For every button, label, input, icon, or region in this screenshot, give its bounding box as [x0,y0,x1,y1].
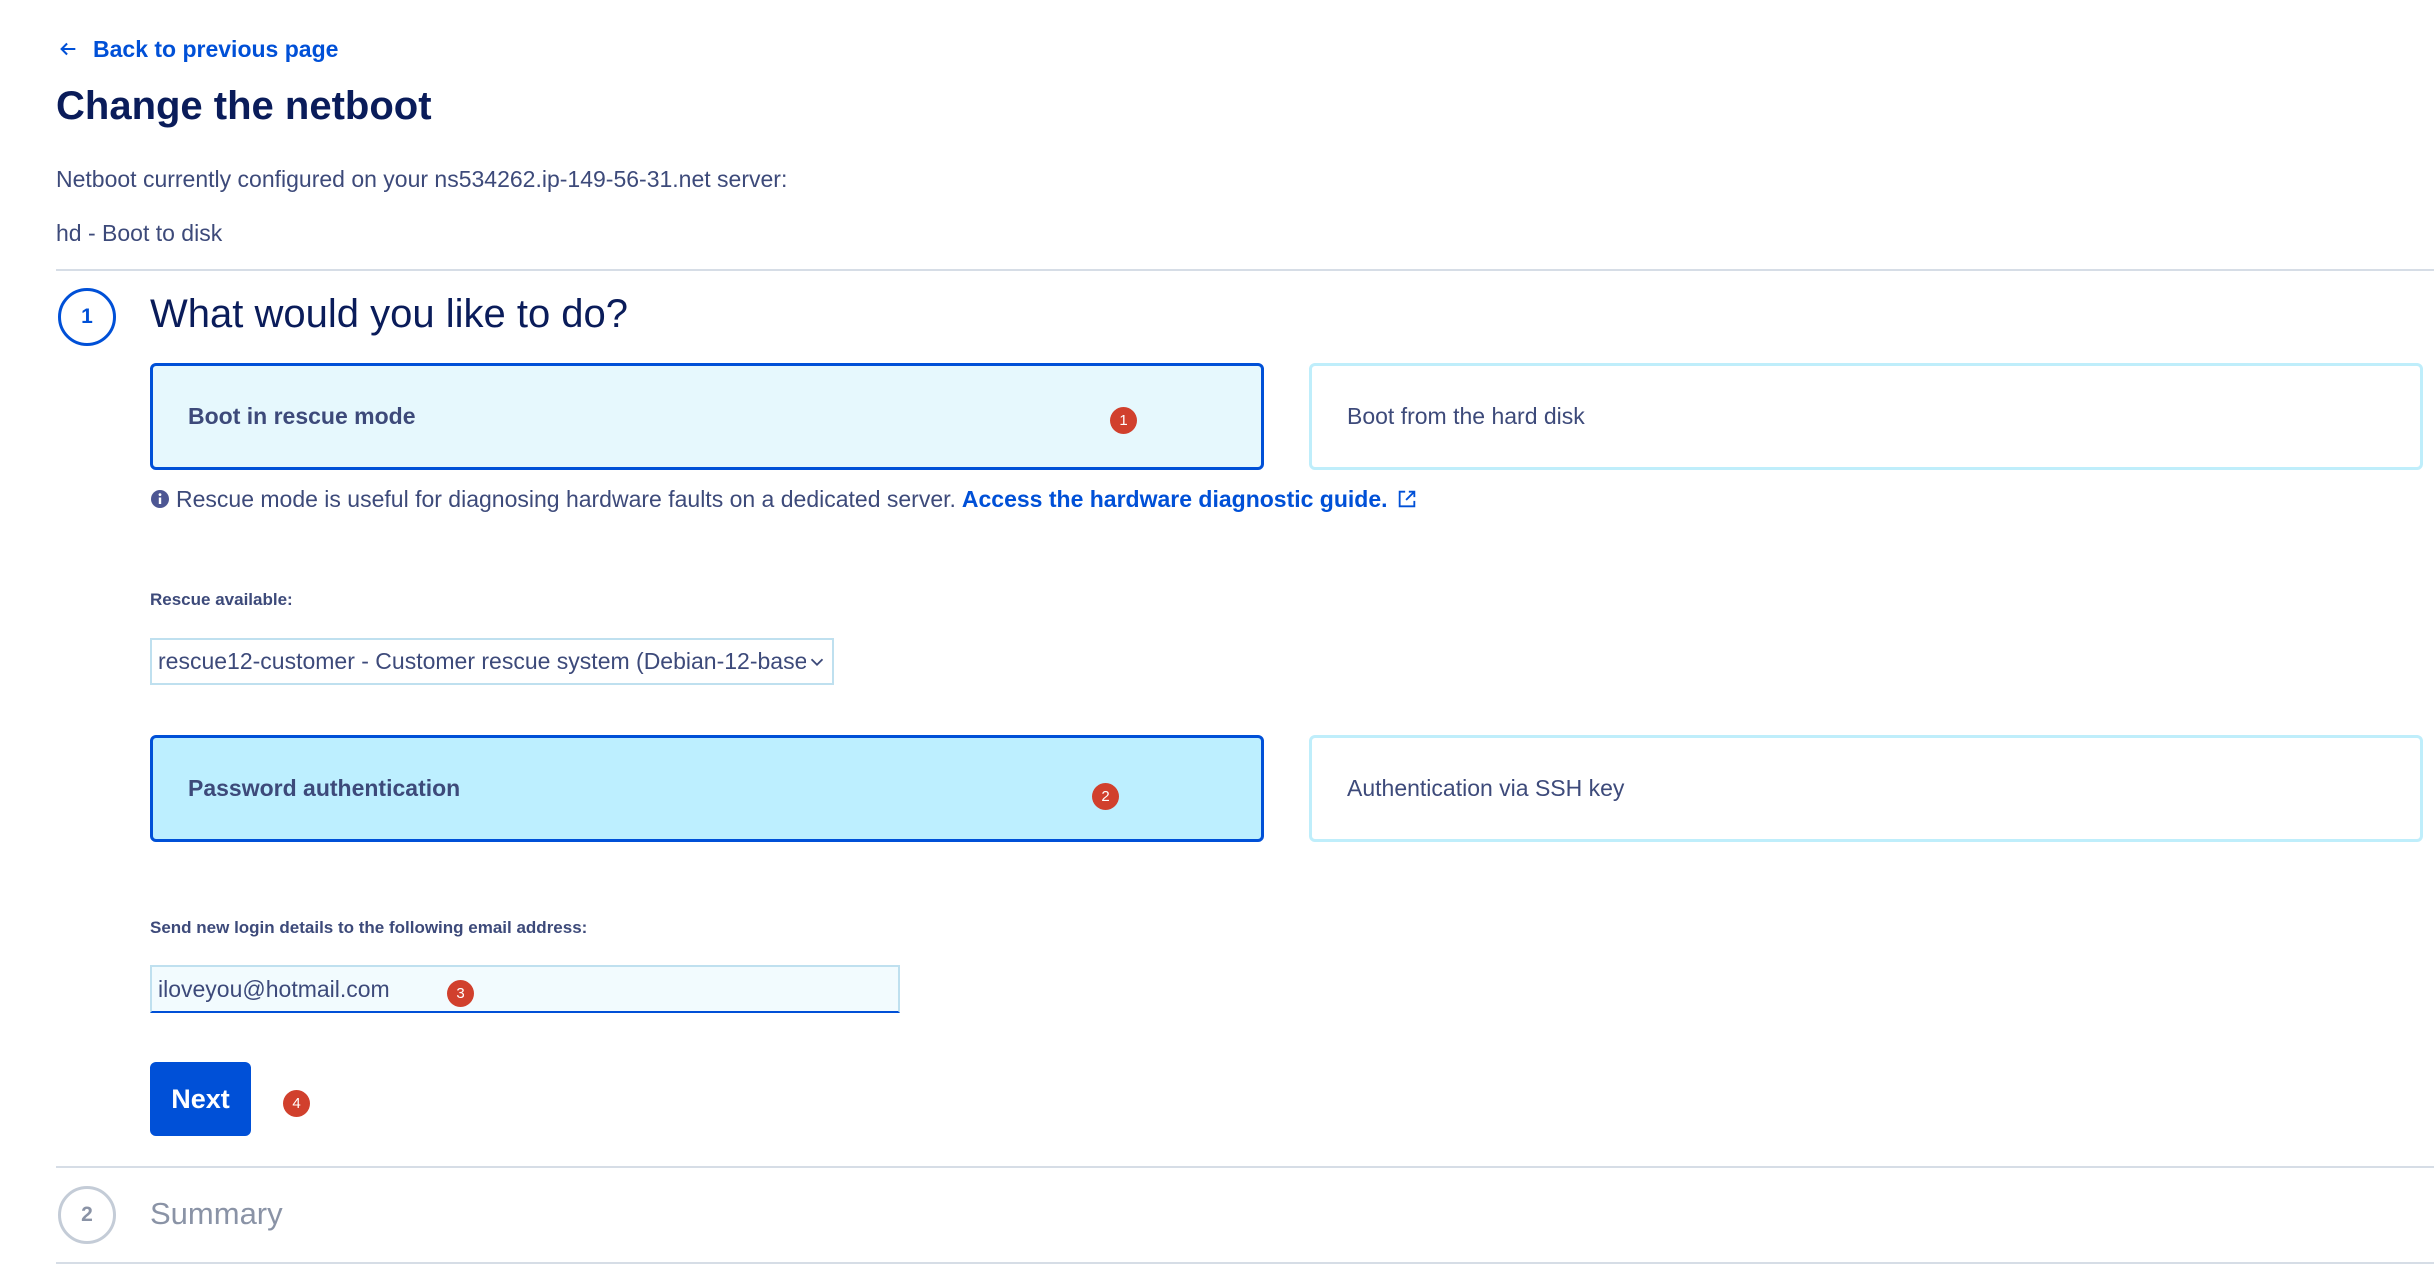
step-2-title: Summary [150,1196,283,1231]
rescue-available-label: Rescue available: [150,590,293,609]
password-authentication-label: Password authentication [188,775,461,801]
divider [56,1166,2434,1168]
step-1-title: What would you like to do? [150,292,629,336]
external-link-icon[interactable] [1396,488,1418,510]
current-netboot-value: hd - Boot to disk [56,220,223,246]
email-field-value: iloveyou@hotmail.com [158,975,390,1002]
boot-hard-disk-label: Boot from the hard disk [1347,403,1585,429]
intro-text: Netboot currently configured on your ns5… [56,166,788,192]
email-field[interactable]: iloveyou@hotmail.com [150,965,900,1013]
divider [56,269,2434,271]
annotation-marker-4: 4 [283,1090,310,1117]
step-2-indicator: 2 [58,1186,116,1244]
back-to-previous-page-link[interactable]: Back to previous page [57,34,338,64]
info-icon [151,490,169,508]
ssh-key-authentication-option[interactable]: Authentication via SSH key [1309,735,2423,842]
rescue-info-text: Rescue mode is useful for diagnosing har… [176,485,956,512]
chevron-down-icon [810,658,824,666]
rescue-select[interactable]: rescue12-customer - Customer rescue syst… [150,638,834,685]
boot-rescue-mode-option[interactable]: Boot in rescue mode [150,363,1264,470]
annotation-marker-1: 1 [1110,407,1137,434]
next-button[interactable]: Next [150,1062,251,1136]
hardware-diagnostic-guide-link[interactable]: Access the hardware diagnostic guide. [962,486,1388,513]
rescue-select-value: rescue12-customer - Customer rescue syst… [158,648,806,674]
ssh-key-authentication-label: Authentication via SSH key [1347,775,1625,801]
annotation-marker-3: 3 [447,980,474,1007]
page-title: Change the netboot [56,84,432,128]
rescue-info-line: Rescue mode is useful for diagnosing har… [150,484,1418,514]
boot-rescue-mode-label: Boot in rescue mode [188,403,416,429]
back-link-label: Back to previous page [93,35,339,62]
email-field-label: Send new login details to the following … [150,918,588,937]
step-1-indicator: 1 [58,288,116,346]
divider [56,1262,2434,1264]
arrow-left-icon [60,42,76,56]
annotation-marker-2: 2 [1092,783,1119,810]
boot-hard-disk-option[interactable]: Boot from the hard disk [1309,363,2423,470]
